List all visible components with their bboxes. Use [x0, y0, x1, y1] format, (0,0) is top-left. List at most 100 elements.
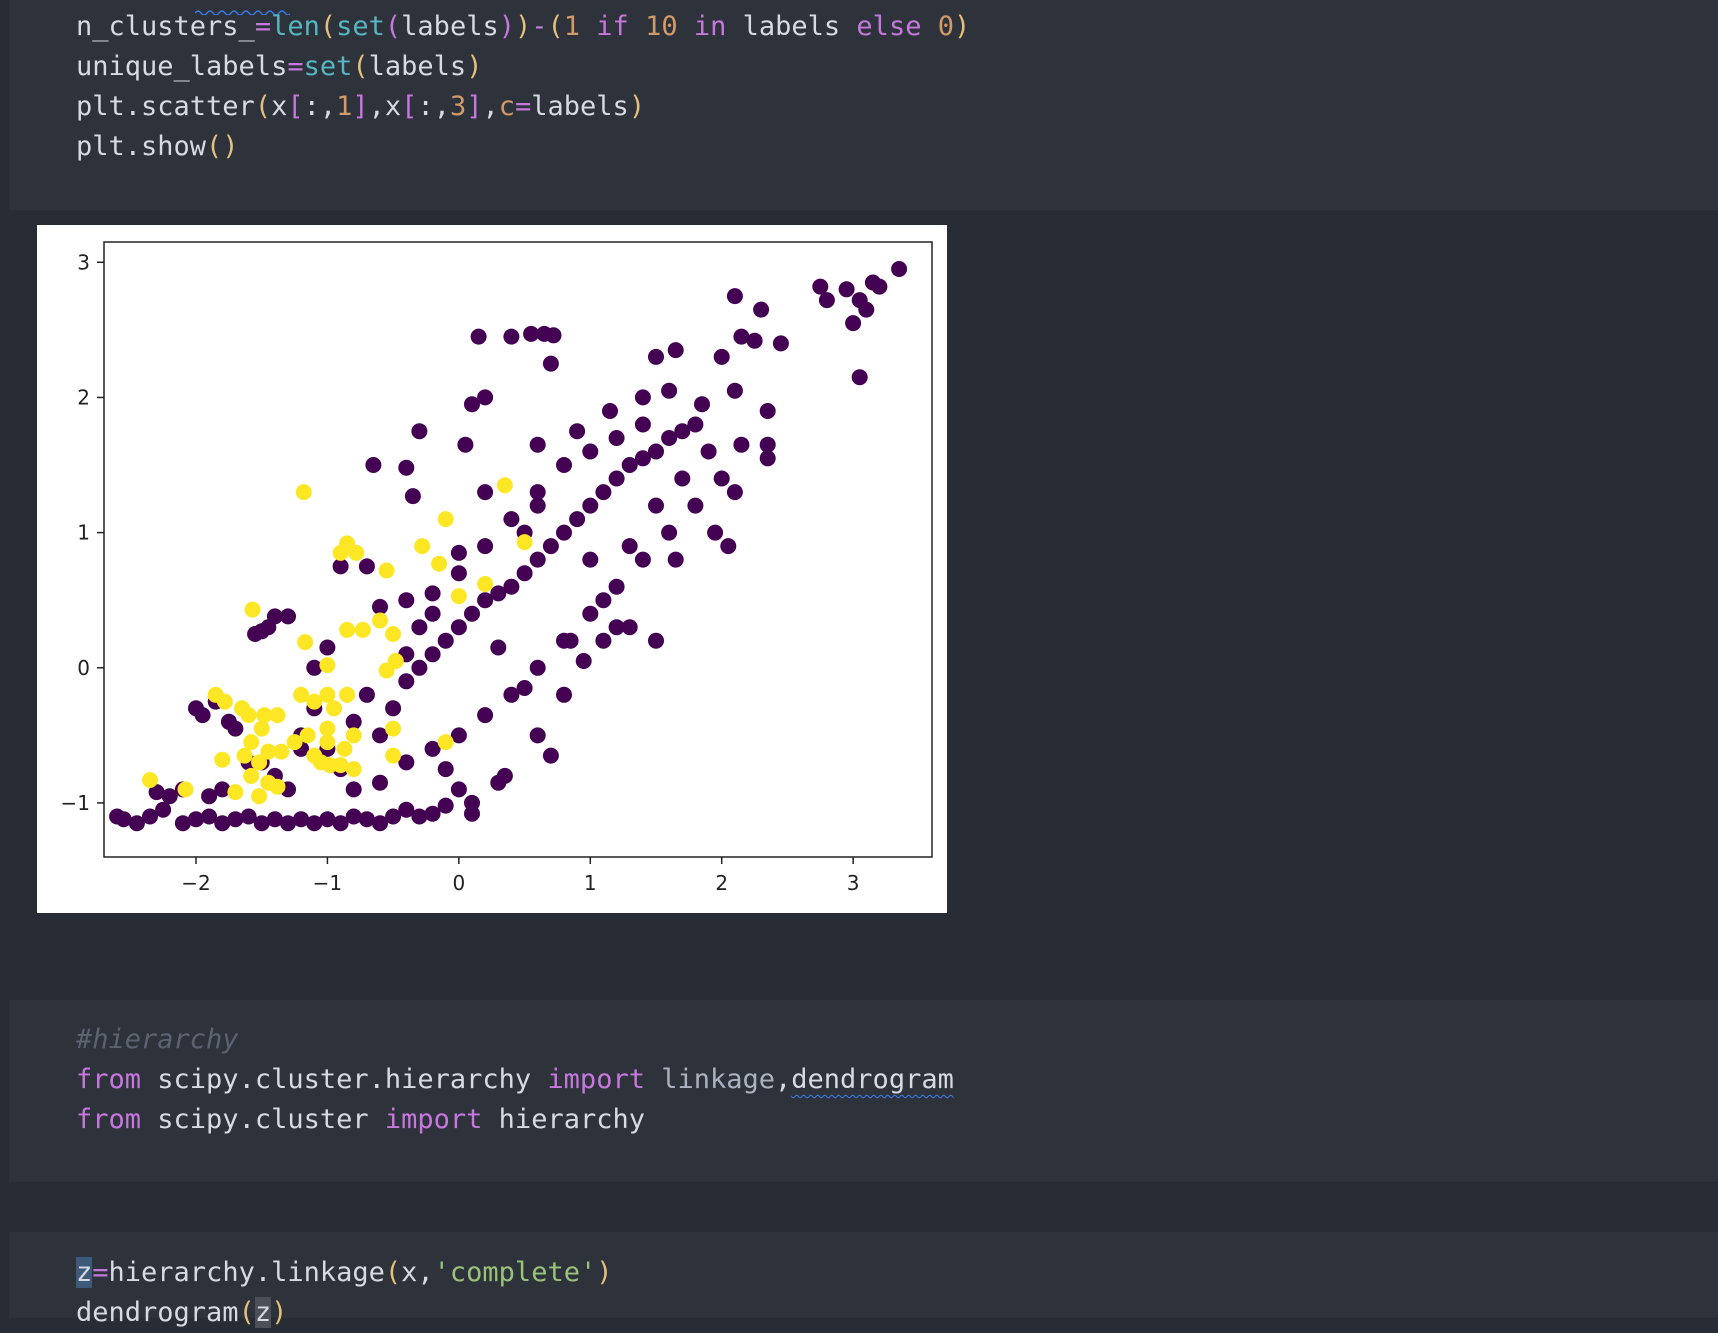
- code-token: =: [254, 11, 272, 42]
- code-token: ): [953, 11, 971, 42]
- code-token: ,: [775, 1064, 792, 1095]
- code-token: x: [271, 91, 288, 122]
- scatter-point: [490, 774, 507, 791]
- scatter-point: [726, 484, 743, 501]
- code-line[interactable]: dendrogram(z): [76, 1293, 287, 1333]
- code-line[interactable]: plt.show(): [76, 127, 239, 167]
- scatter-point: [269, 707, 286, 724]
- x-tick-label: −2: [181, 871, 210, 895]
- code-line[interactable]: from scipy.cluster import hierarchy: [76, 1100, 645, 1140]
- scatter-point: [542, 355, 559, 372]
- scatter-point: [582, 605, 599, 622]
- scatter-point: [713, 348, 730, 365]
- code-line[interactable]: #hierarchy: [76, 1020, 239, 1060]
- scatter-point: [345, 727, 362, 744]
- code-token: ,x: [368, 91, 402, 122]
- scatter-point: [214, 751, 231, 768]
- code-line[interactable]: n_clusters_=len(set(labels))-(1 if 10 in…: [76, 7, 970, 47]
- scatter-point: [450, 588, 467, 605]
- scatter-point: [464, 794, 480, 811]
- scatter-point: [818, 292, 835, 309]
- scatter-point: [227, 811, 244, 828]
- scatter-point: [358, 558, 375, 575]
- scatter-point: [398, 673, 415, 690]
- scatter-point: [759, 436, 776, 453]
- code-token: import: [547, 1064, 645, 1095]
- code-token: (: [384, 1257, 402, 1288]
- code-token: ,: [482, 91, 499, 122]
- scatter-point: [345, 808, 362, 825]
- scatter-point: [236, 747, 253, 764]
- scatter-chart: −2 −1 0 1 2 3 −1 0 1 2 3: [61, 241, 933, 895]
- scatter-point: [437, 632, 454, 649]
- scatter-point: [503, 578, 520, 595]
- code-token: ]: [466, 91, 483, 122]
- y-tick-label: 1: [77, 521, 90, 545]
- code-line[interactable]: z=hierarchy.linkage(x,'complete'): [76, 1253, 612, 1293]
- scatter-point: [269, 778, 286, 795]
- scatter-point: [602, 403, 618, 419]
- scatter-point: [378, 562, 395, 579]
- y-tick-label: 3: [77, 250, 90, 274]
- code-token: ): [514, 11, 532, 42]
- scatter-point: [273, 743, 290, 760]
- code-token: labels: [368, 51, 467, 82]
- scatter-point: [746, 332, 763, 349]
- code-line[interactable]: plt.scatter(x[:,1],x[:,3],c=labels): [76, 87, 645, 127]
- x-tick-label: −1: [313, 871, 342, 895]
- code-line[interactable]: unique_labels=set(labels): [76, 47, 482, 87]
- code-token: =: [287, 51, 304, 82]
- code-token: 1: [336, 91, 353, 122]
- scatter-point: [529, 659, 546, 676]
- scatter-point: [648, 443, 664, 460]
- scatter-point: [345, 713, 362, 730]
- scatter-point: [227, 784, 244, 801]
- scatter-point: [634, 416, 651, 433]
- scatter-point: [464, 396, 480, 413]
- scatter-point: [437, 734, 454, 751]
- scatter-point: [227, 720, 244, 737]
- code-token: from: [76, 1104, 142, 1135]
- scatter-point: [411, 423, 428, 440]
- code-token: ): [596, 1257, 613, 1288]
- scatter-point: [365, 457, 382, 473]
- scatter-point: [477, 484, 494, 501]
- code-token: ): [271, 1297, 288, 1328]
- scatter-point: [529, 497, 546, 514]
- squiggle-mark: [194, 0, 292, 16]
- scatter-point: [424, 585, 441, 602]
- scatter-point: [542, 747, 559, 764]
- code-token: (: [319, 11, 337, 42]
- x-tick-label: 3: [847, 871, 860, 895]
- scatter-point: [345, 781, 362, 798]
- code-token: set: [336, 11, 385, 42]
- scatter-point: [387, 653, 404, 669]
- x-tick-label: 0: [452, 871, 465, 895]
- scatter-point: [608, 430, 625, 446]
- code-token: (: [238, 1297, 255, 1328]
- scatter-point: [569, 423, 586, 440]
- y-tick-label: 2: [77, 385, 90, 409]
- scatter-point: [450, 781, 467, 798]
- scatter-point: [529, 727, 546, 744]
- scatter-point: [634, 389, 651, 406]
- code-token: import: [384, 1104, 483, 1135]
- code-token: hierarchy.linkage: [108, 1257, 385, 1288]
- scatter-point: [529, 551, 546, 568]
- scatter-point: [385, 747, 402, 764]
- scatter-point: [411, 619, 428, 636]
- code-line[interactable]: from scipy.cluster.hierarchy import link…: [76, 1060, 954, 1100]
- code-token: scipy.cluster: [141, 1104, 385, 1135]
- scatter-point: [556, 686, 572, 703]
- code-token: 3: [449, 91, 467, 122]
- code-token: labels: [742, 11, 841, 42]
- scatter-point: [177, 781, 194, 798]
- scatter-point: [450, 619, 467, 636]
- scatter-point: [464, 605, 480, 622]
- scatter-point: [516, 534, 533, 551]
- scatter-point: [726, 382, 743, 399]
- code-token: z: [254, 1297, 272, 1328]
- scatter-point: [851, 369, 868, 386]
- scatter-point: [286, 734, 303, 751]
- code-token: in: [677, 11, 743, 42]
